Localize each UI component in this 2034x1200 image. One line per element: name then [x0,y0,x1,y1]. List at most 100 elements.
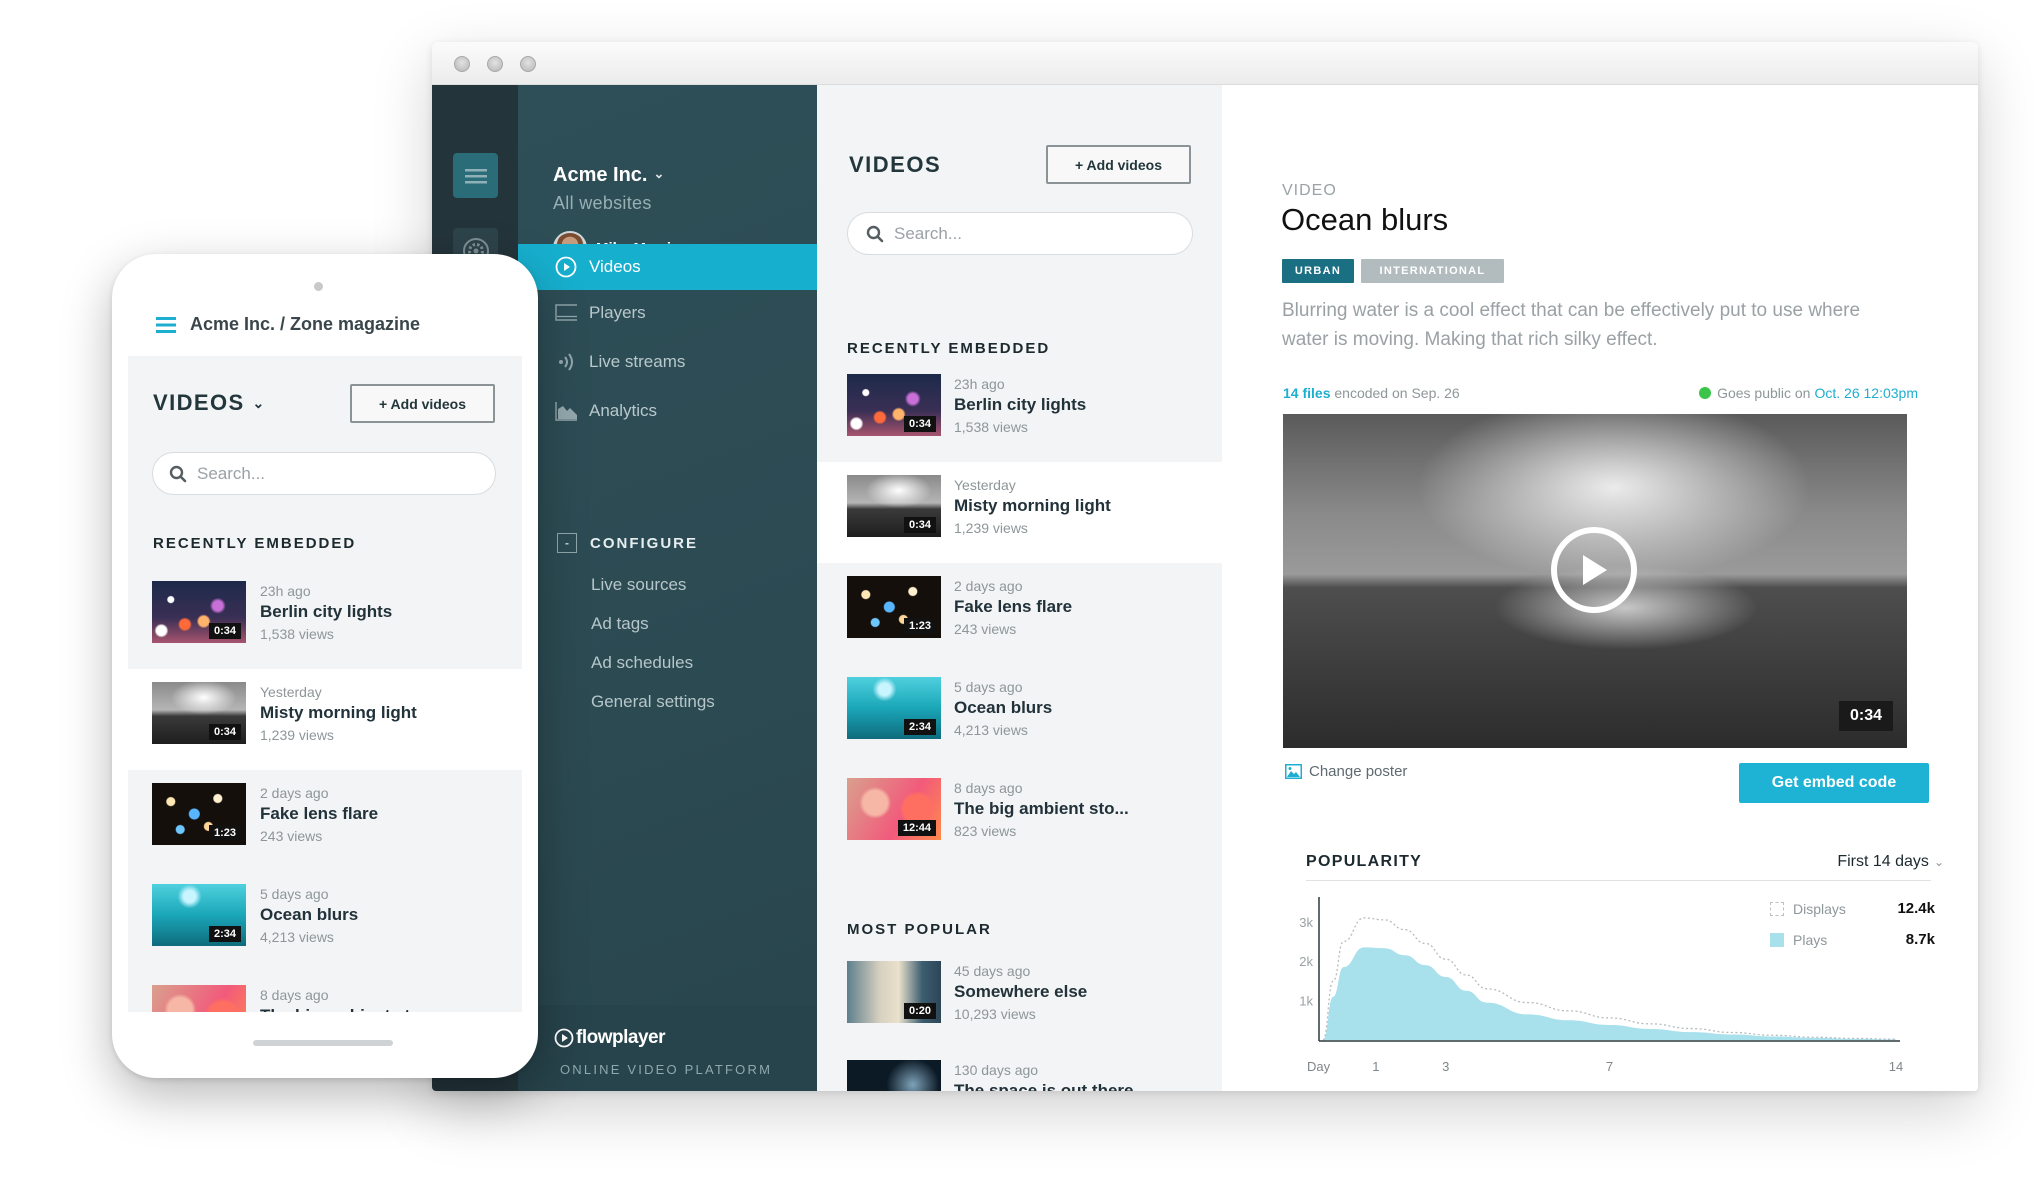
video-views: 243 views [260,828,323,844]
list-item[interactable]: 0:34 23h ago Berlin city lights 1,538 views [128,568,522,669]
menu-button[interactable] [453,153,498,198]
list-item[interactable]: 0:20 45 days ago Somewhere else 10,293 view… [817,948,1222,1049]
sidebar-item-general-settings[interactable]: General settings [591,692,715,712]
mobile-video-list: VIDEOS ⌄ + Add videos Search... RECENTLY … [128,356,522,1012]
video-age: 2 days ago [954,578,1023,594]
video-age: 5 days ago [954,679,1023,695]
video-title: Misty morning light [954,496,1111,515]
sidebar-item-players[interactable]: Players [518,290,817,336]
hamburger-icon[interactable] [156,315,176,335]
video-views: 823 views [954,823,1017,839]
home-indicator [253,1040,393,1046]
camera-dot [314,282,323,291]
collapse-icon: - [557,533,577,553]
list-item[interactable]: 12:44 8 days ago The big ambient sto... 823… [817,765,1222,866]
video-meta: 130 days agoThe space is out there12,293… [954,1062,1134,1091]
search-input[interactable]: Search... [847,212,1193,255]
duration-badge: 0:34 [903,416,936,432]
sidebar-item-ad-tags[interactable]: Ad tags [591,614,649,634]
video-meta: 2 days ago Fake lens flare 243 views [954,578,1072,637]
video-age: 130 days ago [954,1062,1039,1078]
mobile-device: Acme Inc. / Zone magazine VIDEOS ⌄ + Add … [112,254,538,1078]
duration-badge: 1:23 [903,618,936,634]
chevron-down-icon: ⌄ [653,166,665,181]
video-thumbnail: 2:34 [152,884,246,946]
org-switcher[interactable]: Acme Inc. ⌄ [553,164,664,187]
org-name: Acme Inc. [553,164,648,186]
mobile-page-title: VIDEOS [153,390,245,415]
search-icon [169,465,187,482]
sidebar-item-videos[interactable]: Videos [518,244,817,290]
video-title: Berlin city lights [954,395,1087,414]
breadcrumb: Acme Inc. / Zone magazine [190,314,421,334]
add-videos-button[interactable]: + Add videos [1046,145,1191,184]
sidebar-item-live-streams[interactable]: Live streams [518,339,817,385]
sidebar-item-ad-schedules[interactable]: Ad schedules [591,653,693,673]
page-title: VIDEOS [849,152,942,177]
video-title: Misty morning light [260,703,417,722]
video-title: Ocean blurs [260,905,359,924]
video-views: 4,213 views [954,722,1028,738]
duration-badge: 2:34 [903,719,936,735]
sidebar-footer: flowplayer ONLINE VIDEO PLATFORM [518,1005,817,1091]
duration-badge: 0:20 [903,1003,936,1019]
legend-plays: Plays [1770,932,1827,948]
video-title: Fake lens flare [260,804,379,823]
legend-displays: Displays [1770,901,1846,917]
sidebar-item-analytics[interactable]: Analytics [518,388,817,434]
add-videos-button[interactable]: + Add videos [350,384,495,423]
sidebar-item-live-sources[interactable]: Live sources [591,575,686,595]
sidebar: Acme Inc.⌄ All websites Mike Morrissey V… [518,85,817,1091]
search-input[interactable]: Search... [152,452,496,495]
close-window-button[interactable] [454,56,470,72]
configure-section-toggle[interactable]: - CONFIGURE [557,533,698,553]
video-meta: 8 days ago The big ambient sto... 823 view… [954,780,1129,839]
video-views: 1,239 views [260,727,334,743]
sidebar-item-label: Live streams [589,352,686,371]
duration-badge: 12:44 [897,820,936,836]
video-thumbnail: 0:34 [847,475,941,537]
video-age: 8 days ago [954,780,1023,796]
brand-name: flowplayer [576,1027,665,1048]
legend-value-displays: 12.4k [1897,900,1935,917]
video-thumbnail: 1:23 [847,576,941,638]
video-views: 1,538 views [954,419,1028,435]
minimize-window-button[interactable] [487,56,503,72]
list-item[interactable]: 1:23 2 days ago Fake lens flare 243 views [128,770,522,871]
list-item[interactable]: 0:34 23h ago Berlin city lights 1,538 views [817,361,1222,462]
video-age: 5 days ago [260,886,329,902]
video-age: 23h ago [260,583,311,599]
video-thumbnail: 12:44 [847,778,941,840]
list-item[interactable]: 2:34 5 days ago Ocean blurs 4,213 views [128,871,522,972]
play-circle-icon [554,1028,574,1048]
video-thumbnail: 0:34 [152,581,246,643]
play-circle-icon [555,256,577,278]
duration-badge: 0:34 [208,623,241,639]
video-views: 4,213 views [260,929,334,945]
video-title: The big ambient sto... [954,799,1129,818]
mobile-header: Acme Inc. / Zone magazine [156,314,420,335]
legend-swatch-plays [1770,933,1784,947]
org-subtitle: All websites [553,193,652,213]
list-item[interactable]: 0:20130 days agoThe space is out there12… [817,1047,1222,1091]
duration-badge: 0:34 [903,517,936,533]
video-thumbnail: 1:23 [152,783,246,845]
video-title: The big ambient sto... [260,1006,435,1012]
maximize-window-button[interactable] [520,56,536,72]
list-item[interactable]: 0:34 Yesterday Misty morning light 1,239 vi… [128,669,522,770]
list-item[interactable]: 12:448 days agoThe big ambient sto...823… [128,972,522,1012]
recently-embedded-heading: RECENTLY EMBEDDED [153,535,357,552]
video-views: 10,293 views [954,1006,1036,1022]
flowplayer-logo: flowplayer [554,1027,665,1049]
list-item[interactable]: 2:34 5 days ago Ocean blurs 4,213 views [817,664,1222,765]
list-item[interactable]: 0:34 Yesterday Misty morning light 1,239 vi… [817,462,1222,563]
video-title: Berlin city lights [260,602,393,621]
player-icon [555,302,577,324]
mobile-section-dropdown[interactable]: VIDEOS ⌄ [153,390,266,416]
legend-label: Plays [1793,932,1828,948]
video-age: 23h ago [954,376,1005,392]
search-placeholder: Search... [894,223,963,243]
x-tick-label: 7 [1606,1059,1613,1074]
app-window: Acme Inc.⌄ All websites Mike Morrissey V… [432,42,1978,1091]
list-item[interactable]: 1:23 2 days ago Fake lens flare 243 views [817,563,1222,664]
